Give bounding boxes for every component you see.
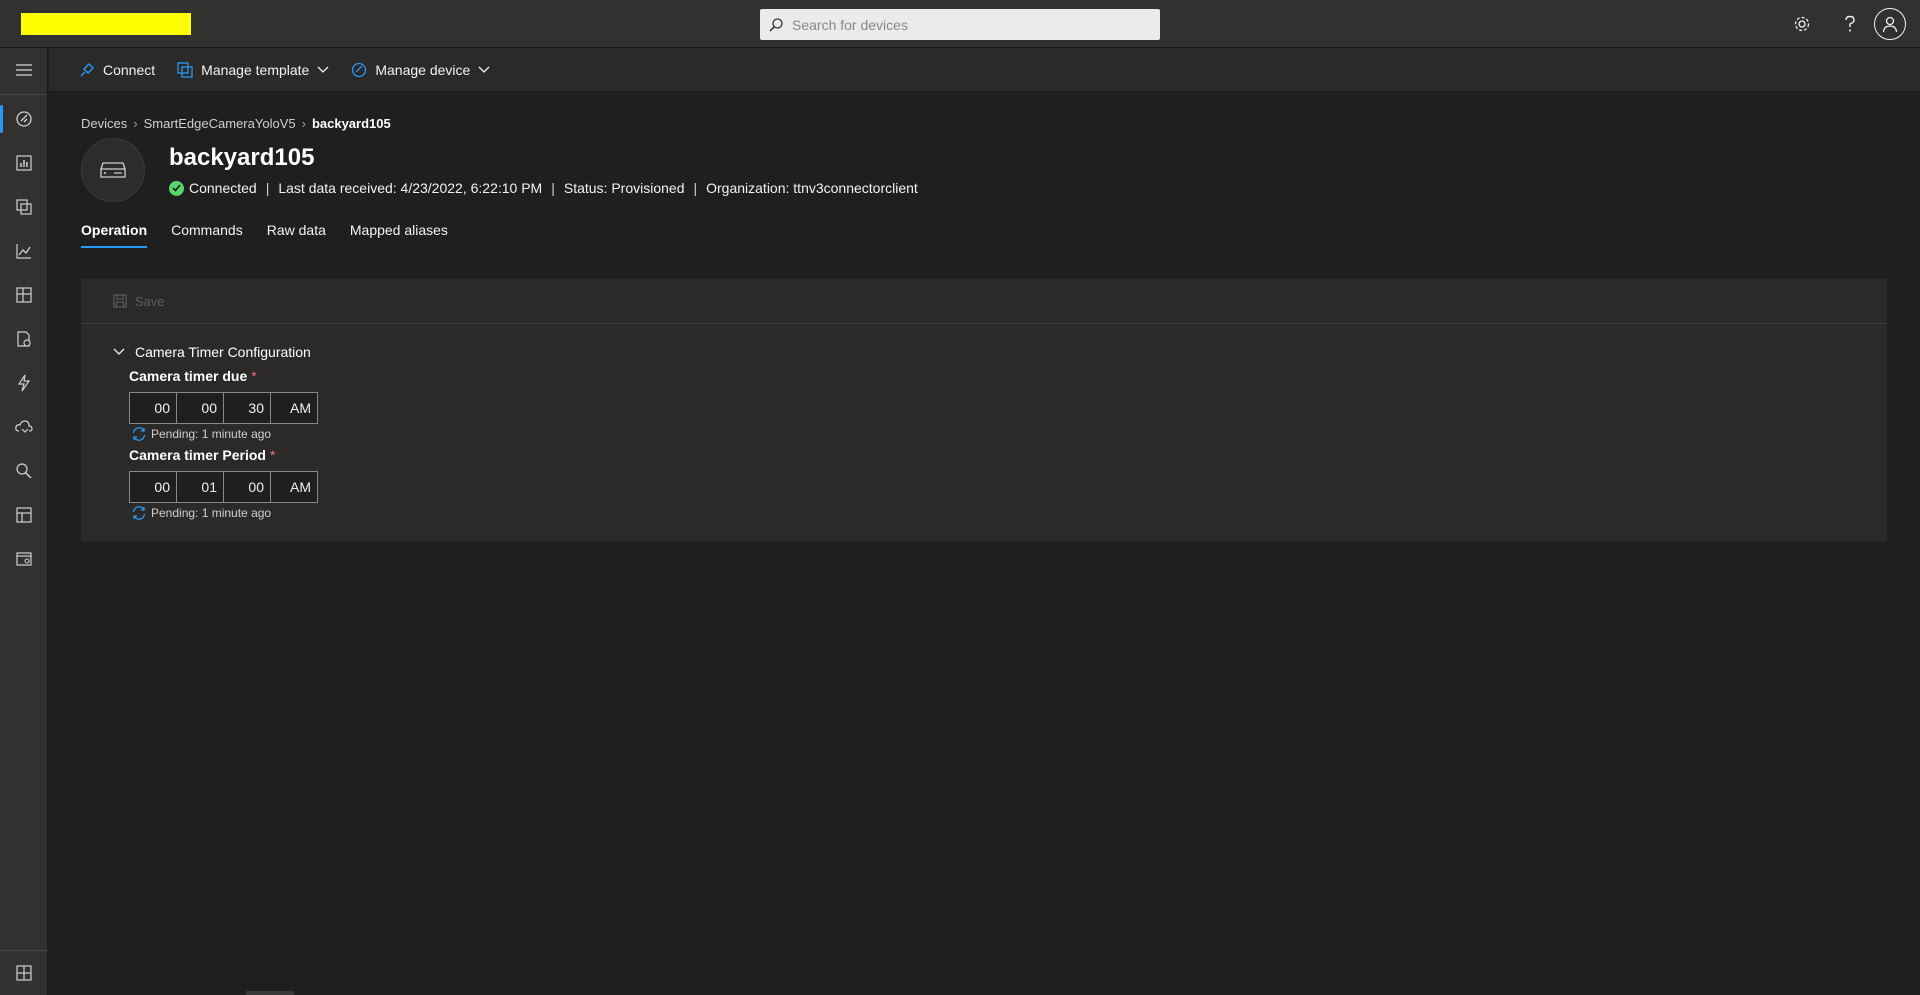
meta-divider: | bbox=[693, 180, 698, 196]
hours-field[interactable]: 00 bbox=[129, 471, 177, 503]
search-box[interactable]: Search for devices bbox=[760, 9, 1160, 40]
breadcrumb: Devices › SmartEdgeCameraYoloV5 › backya… bbox=[81, 116, 391, 131]
nav-data-export[interactable] bbox=[0, 405, 48, 449]
device-manage-icon bbox=[352, 62, 367, 77]
nav-templates[interactable] bbox=[0, 493, 48, 537]
charts-icon bbox=[16, 244, 31, 259]
operation-panel: Save Camera Timer Configuration Camera t… bbox=[81, 279, 1887, 541]
analytics-icon bbox=[16, 155, 32, 171]
tab-operation[interactable]: Operation bbox=[81, 222, 148, 248]
last-data-received: Last data received: 4/23/2022, 6:22:10 P… bbox=[278, 180, 543, 196]
seconds-field[interactable]: 30 bbox=[223, 392, 271, 424]
tab-raw-data[interactable]: Raw data bbox=[267, 222, 326, 248]
pending-status: Pending: 1 minute ago bbox=[131, 426, 271, 442]
save-icon bbox=[113, 294, 127, 308]
hours-field[interactable]: 00 bbox=[129, 392, 177, 424]
required-mark: * bbox=[251, 368, 257, 384]
data-export-icon bbox=[15, 420, 33, 433]
chevron-down-icon bbox=[317, 66, 329, 73]
minutes-field[interactable]: 00 bbox=[176, 392, 224, 424]
top-bar: Search for devices bbox=[0, 0, 1920, 48]
meta-divider: | bbox=[265, 180, 270, 196]
device-groups-icon bbox=[16, 199, 32, 215]
device-tabs: Operation Commands Raw data Mapped alias… bbox=[81, 222, 472, 248]
user-avatar[interactable] bbox=[1874, 8, 1906, 40]
pending-status: Pending: 1 minute ago bbox=[131, 505, 271, 521]
camera-timer-due-label: Camera timer due * bbox=[129, 368, 257, 384]
dashboards-icon bbox=[16, 287, 32, 303]
user-avatar-icon bbox=[1882, 16, 1898, 33]
nav-menu-toggle[interactable] bbox=[0, 48, 48, 92]
nav-customize[interactable] bbox=[0, 951, 48, 995]
connect-label: Connect bbox=[103, 61, 156, 78]
manage-template-button[interactable]: Manage template bbox=[177, 62, 329, 78]
search-input[interactable]: Search for devices bbox=[792, 17, 908, 33]
jobs-icon bbox=[17, 331, 31, 347]
nav-jobs[interactable] bbox=[0, 317, 48, 361]
templates-icon bbox=[16, 507, 32, 523]
plug-icon bbox=[80, 62, 94, 76]
ampm-field[interactable]: AM bbox=[270, 471, 318, 503]
breadcrumb-template[interactable]: SmartEdgeCameraYoloV5 bbox=[144, 116, 296, 131]
panel-toolbar: Save bbox=[81, 279, 1887, 324]
camera-timer-period-label: Camera timer Period * bbox=[129, 447, 276, 463]
gear-icon bbox=[1794, 16, 1810, 32]
tab-mapped-aliases[interactable]: Mapped aliases bbox=[350, 222, 448, 248]
tab-commands[interactable]: Commands bbox=[171, 222, 243, 248]
section-header[interactable]: Camera Timer Configuration bbox=[113, 344, 311, 360]
chevron-right-icon: › bbox=[133, 116, 138, 131]
ampm-field[interactable]: AM bbox=[270, 392, 318, 424]
sync-icon bbox=[132, 506, 146, 520]
manage-template-label: Manage template bbox=[201, 61, 310, 78]
left-nav bbox=[0, 48, 48, 995]
provisioning-status: Status: Provisioned bbox=[563, 180, 685, 196]
check-circle-icon bbox=[169, 180, 184, 196]
breadcrumb-current: backyard105 bbox=[311, 116, 391, 131]
required-mark: * bbox=[269, 447, 276, 463]
settings-button[interactable] bbox=[1778, 0, 1826, 48]
device-status-line: Connected | Last data received: 4/23/202… bbox=[169, 180, 918, 196]
device-avatar bbox=[81, 138, 145, 202]
nav-app-settings[interactable] bbox=[0, 537, 48, 581]
nav-charts[interactable] bbox=[0, 229, 48, 273]
organization: Organization: ttnv3connectorclient bbox=[706, 180, 918, 196]
devices-icon bbox=[16, 111, 32, 127]
minutes-field[interactable]: 01 bbox=[176, 471, 224, 503]
camera-timer-due-input: 00 00 30 AM bbox=[129, 392, 318, 424]
nav-rules[interactable] bbox=[0, 361, 48, 405]
sync-icon bbox=[132, 427, 146, 441]
search-icon bbox=[769, 17, 783, 32]
camera-timer-period-input: 00 01 00 AM bbox=[129, 471, 318, 503]
breadcrumb-devices[interactable]: Devices bbox=[81, 116, 127, 131]
seconds-field[interactable]: 00 bbox=[223, 471, 271, 503]
section-title: Camera Timer Configuration bbox=[135, 344, 311, 360]
customize-icon bbox=[16, 965, 32, 981]
manage-device-label: Manage device bbox=[375, 61, 471, 78]
template-icon bbox=[177, 61, 193, 78]
device-icon bbox=[100, 162, 126, 178]
app-logo[interactable] bbox=[21, 13, 191, 35]
meta-divider: | bbox=[551, 180, 555, 196]
chevron-right-icon: › bbox=[301, 116, 306, 131]
page-title: backyard105 bbox=[169, 144, 315, 171]
horizontal-scrollbar[interactable] bbox=[246, 991, 294, 995]
nav-devices[interactable] bbox=[0, 97, 48, 141]
manage-device-button[interactable]: Manage device bbox=[351, 62, 490, 78]
connection-status: Connected bbox=[189, 180, 257, 196]
chevron-down-icon bbox=[478, 66, 490, 73]
search-explore-icon bbox=[16, 463, 32, 479]
save-button[interactable]: Save bbox=[135, 294, 165, 309]
nav-device-groups[interactable] bbox=[0, 185, 48, 229]
help-button[interactable] bbox=[1826, 0, 1874, 48]
nav-analytics[interactable] bbox=[0, 141, 48, 185]
nav-search-explore[interactable] bbox=[0, 449, 48, 493]
hamburger-icon bbox=[16, 64, 32, 76]
help-icon bbox=[1845, 15, 1855, 32]
rules-icon bbox=[17, 374, 31, 392]
nav-dashboards[interactable] bbox=[0, 273, 48, 317]
command-bar: Connect Manage template Manage device bbox=[49, 48, 1920, 92]
connect-button[interactable]: Connect bbox=[79, 62, 155, 78]
app-settings-icon bbox=[16, 552, 32, 566]
chevron-down-icon bbox=[113, 348, 125, 355]
